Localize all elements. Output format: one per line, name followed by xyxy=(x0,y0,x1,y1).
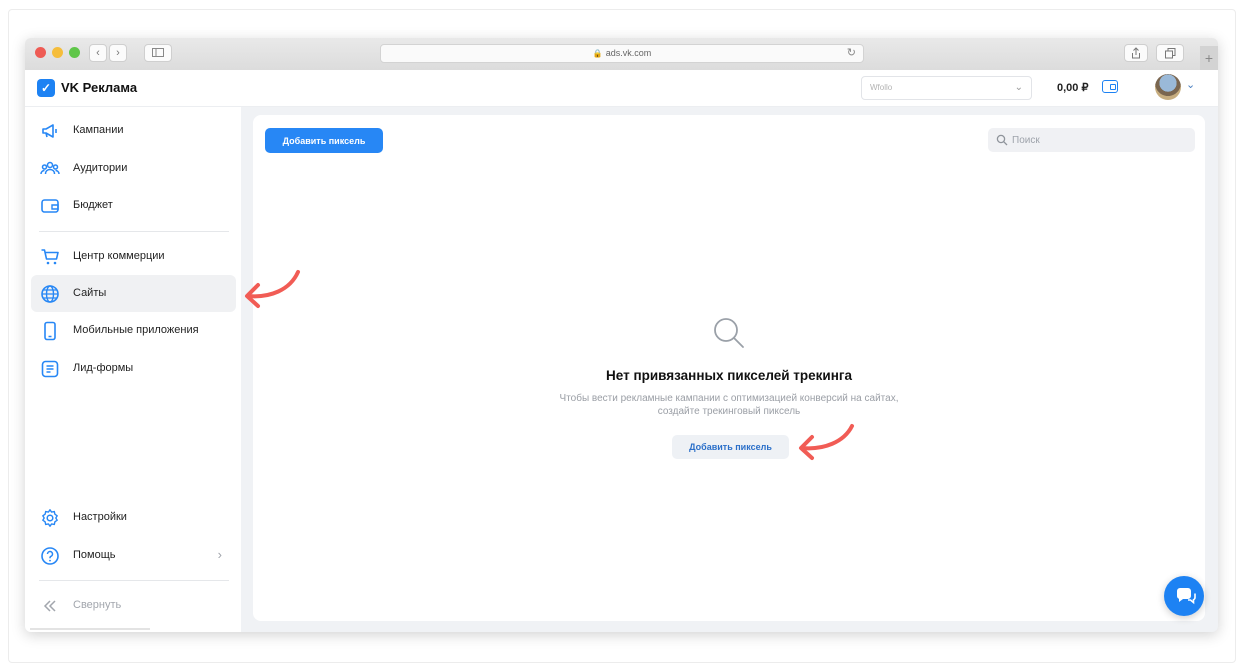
search-field[interactable] xyxy=(988,128,1195,152)
sidebar-item-lead-forms[interactable]: Лид-формы xyxy=(31,350,236,387)
maximize-window-button[interactable] xyxy=(69,47,80,58)
close-window-button[interactable] xyxy=(35,47,46,58)
audience-icon xyxy=(40,161,60,175)
collapse-icon xyxy=(43,600,56,612)
reload-icon[interactable]: ↻ xyxy=(847,45,856,62)
cart-icon xyxy=(41,249,59,265)
search-icon xyxy=(714,318,744,348)
sidebar-item-label: Лид-формы xyxy=(73,362,134,374)
share-button[interactable] xyxy=(1124,44,1148,62)
sidebar-item-commerce-center[interactable]: Центр коммерции xyxy=(31,238,236,275)
sidebar-toggle-icon xyxy=(152,48,164,57)
empty-state-description: Чтобы вести рекламные кампании с оптимиз… xyxy=(559,393,899,417)
sidebar-item-settings[interactable]: Настройки xyxy=(31,499,236,536)
search-input[interactable] xyxy=(1012,128,1187,152)
url-text: ads.vk.com xyxy=(605,48,652,58)
sidebar-item-label: Сайты xyxy=(73,287,107,299)
sidebar-item-audiences[interactable]: Аудитории xyxy=(31,150,236,187)
chevron-down-icon[interactable]: ⌄ xyxy=(1186,78,1195,91)
gear-icon xyxy=(42,509,58,527)
sidebar-item-budget[interactable]: Бюджет xyxy=(31,187,236,224)
empty-state-title: Нет привязанных пикселей трекинга xyxy=(606,368,852,383)
chevron-down-icon: ⌄ xyxy=(1014,82,1023,93)
globe-icon xyxy=(41,285,59,303)
help-icon xyxy=(41,547,59,565)
app-title[interactable]: VK Реклама xyxy=(61,80,137,95)
sidebar-item-label: Бюджет xyxy=(73,199,113,211)
sidebar: Кампании Аудитории Бюджет Центр коммерци… xyxy=(25,107,241,632)
chat-icon xyxy=(1177,588,1196,605)
app-header: ✓ VK Реклама Wfollo ⌄ 0,00 ₽ ⌄ xyxy=(25,70,1218,107)
wallet-icon[interactable] xyxy=(1102,80,1118,93)
avatar[interactable] xyxy=(1155,74,1181,100)
sidebar-divider xyxy=(39,580,229,581)
lock-icon: 🔒 xyxy=(592,49,603,58)
annotation-arrow-icon xyxy=(245,270,300,308)
browser-window: ‹ › 🔒 ads.vk.com ↻ + ✓ VK Реклама Wfollo … xyxy=(25,38,1218,632)
add-pixel-button[interactable]: Добавить пиксель xyxy=(265,128,383,153)
smartphone-icon xyxy=(44,321,56,341)
sidebar-toggle-button[interactable] xyxy=(144,44,172,62)
address-bar[interactable]: 🔒 ads.vk.com ↻ xyxy=(380,44,864,63)
sidebar-divider xyxy=(39,231,229,232)
balance-amount: 0,00 ₽ xyxy=(1057,82,1089,94)
vk-ads-logo-icon[interactable]: ✓ xyxy=(37,79,55,97)
sidebar-item-label: Аудитории xyxy=(73,162,128,174)
sidebar-item-label: Кампании xyxy=(73,124,124,136)
sidebar-item-label: Настройки xyxy=(73,511,127,523)
new-tab-button[interactable]: + xyxy=(1200,46,1218,70)
back-button[interactable]: ‹ xyxy=(89,44,107,62)
browser-toolbar: ‹ › 🔒 ads.vk.com ↻ + xyxy=(25,38,1218,71)
empty-state-add-pixel-button[interactable]: Добавить пиксель xyxy=(672,435,789,459)
sidebar-collapse-button[interactable]: Свернуть xyxy=(31,587,236,624)
wallet-icon xyxy=(41,199,59,213)
megaphone-icon xyxy=(42,124,57,138)
sidebar-item-label: Помощь xyxy=(73,549,116,561)
pixels-panel: Добавить пиксель Нет привязанных пикселе… xyxy=(253,115,1205,621)
sidebar-item-help[interactable]: Помощь › xyxy=(31,537,236,574)
sidebar-item-label: Центр коммерции xyxy=(73,250,165,262)
forward-button[interactable]: › xyxy=(109,44,127,62)
sidebar-item-label: Свернуть xyxy=(73,599,122,611)
tabs-overview-button[interactable] xyxy=(1156,44,1184,62)
sidebar-item-campaigns[interactable]: Кампании xyxy=(31,112,236,149)
minimize-window-button[interactable] xyxy=(52,47,63,58)
background-bar xyxy=(30,628,150,630)
account-select-value: Wfollo xyxy=(870,83,893,92)
sidebar-item-sites[interactable]: Сайты xyxy=(31,275,236,312)
share-icon xyxy=(1132,47,1140,59)
sidebar-item-label: Мобильные приложения xyxy=(73,324,199,336)
sidebar-item-mobile-apps[interactable]: Мобильные приложения xyxy=(31,312,236,349)
tabs-icon xyxy=(1164,48,1175,59)
search-icon xyxy=(996,134,1008,146)
annotation-arrow-icon xyxy=(799,424,854,460)
chevron-right-icon: › xyxy=(217,547,222,562)
form-icon xyxy=(41,360,59,378)
account-select[interactable]: Wfollo ⌄ xyxy=(861,76,1032,100)
support-chat-button[interactable] xyxy=(1164,576,1204,616)
